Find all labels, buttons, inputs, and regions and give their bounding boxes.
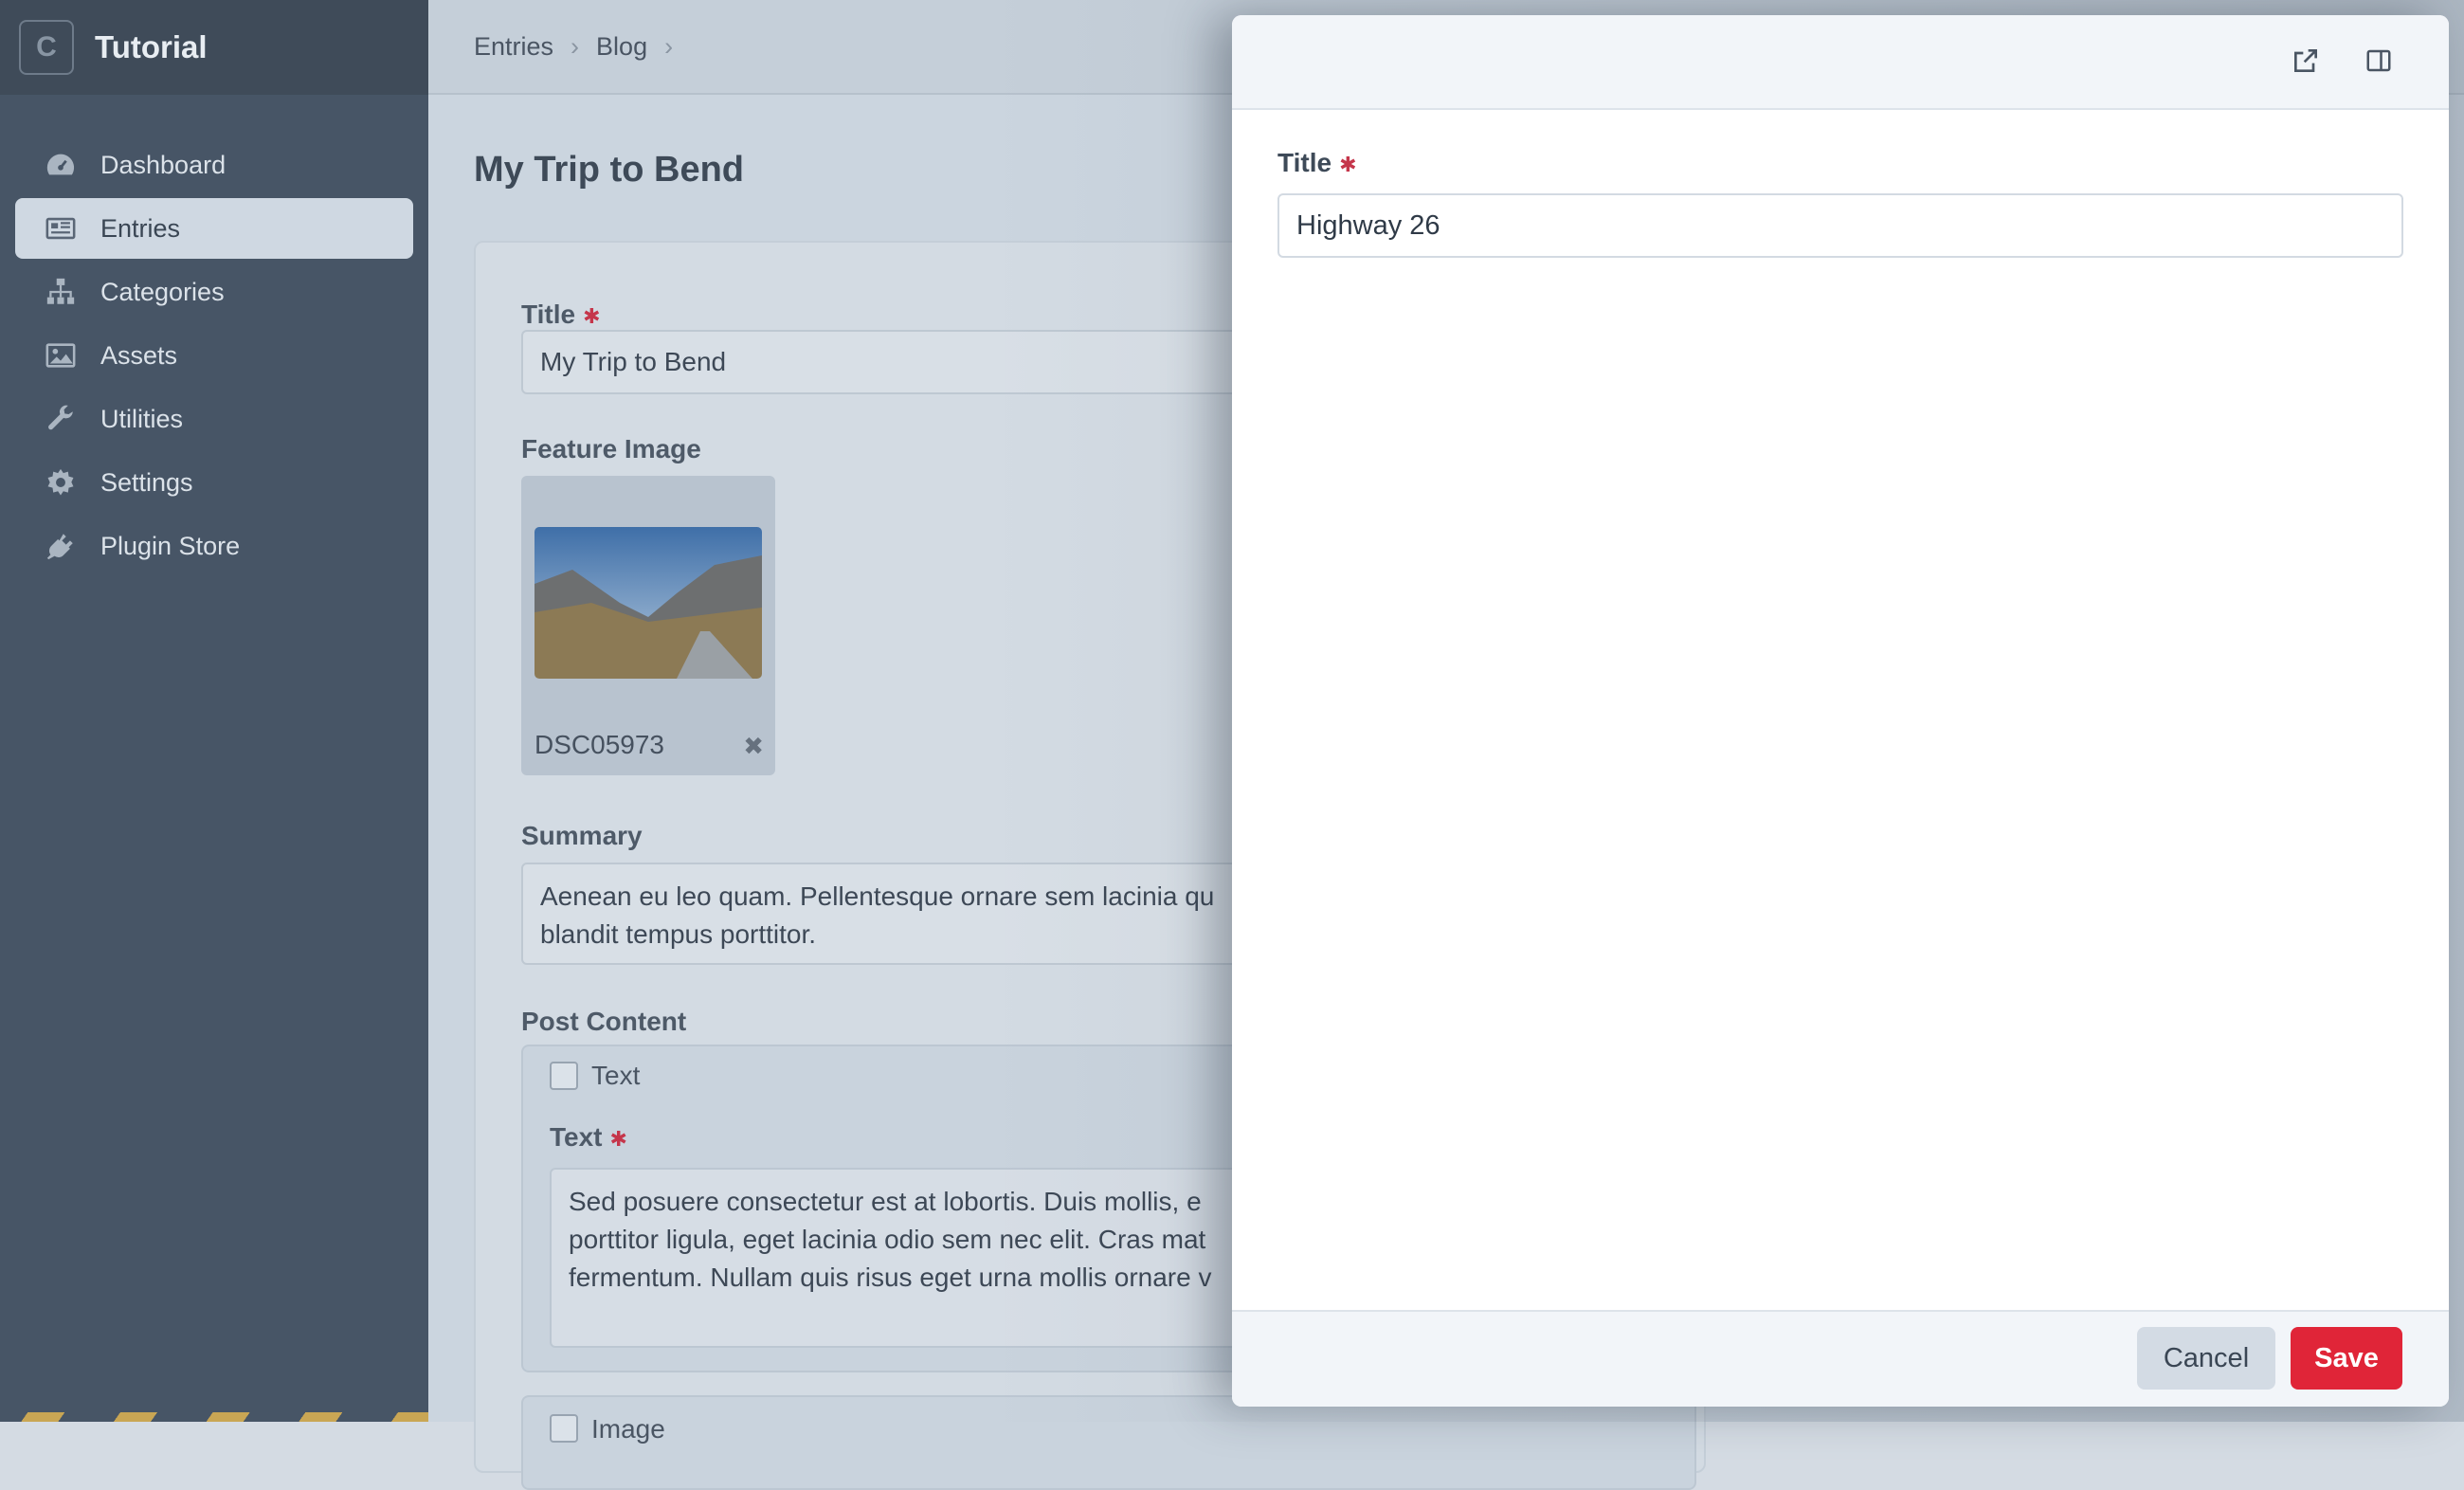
site-logo[interactable]: C: [19, 20, 74, 75]
summary-label: Summary: [521, 821, 643, 850]
breadcrumb-item-blog[interactable]: Blog: [596, 32, 647, 62]
save-button[interactable]: Save: [2291, 1327, 2402, 1390]
plug-icon: [42, 530, 80, 562]
sidebar-item-plugin-store[interactable]: Plugin Store: [15, 516, 413, 576]
sidebar-nav: Dashboard Entries Categories Assets Util…: [15, 135, 413, 579]
sidebar-item-label: Categories: [100, 277, 225, 306]
sidebar: C Tutorial Dashboard Entries Categories: [0, 0, 428, 1422]
sidebar-item-label: Assets: [100, 340, 178, 370]
title-label-text: Title: [521, 300, 576, 329]
slideout-title-label: Title ✱: [1277, 148, 1357, 178]
cancel-button[interactable]: Cancel: [2137, 1327, 2275, 1390]
site-name[interactable]: Tutorial: [95, 29, 208, 65]
feature-image-label: Feature Image: [521, 434, 701, 463]
sidebar-panel-icon: [2364, 46, 2393, 80]
sidebar-header: C Tutorial: [0, 0, 428, 95]
sidebar-item-categories[interactable]: Categories: [15, 262, 413, 322]
asset-filename: DSC05973: [534, 730, 664, 759]
external-link-icon: [2291, 45, 2321, 81]
post-content-label: Post Content: [521, 1007, 687, 1036]
block-select-checkbox[interactable]: [550, 1062, 578, 1090]
toggle-sidebar-button[interactable]: [2360, 44, 2398, 82]
required-icon: ✱: [609, 1126, 627, 1151]
sidebar-item-label: Dashboard: [100, 150, 226, 179]
sidebar-item-assets[interactable]: Assets: [15, 325, 413, 386]
slideout-header: [1232, 15, 2449, 110]
title-field-label: Title ✱: [521, 300, 601, 330]
sitemap-icon: [42, 276, 80, 308]
feature-image-asset[interactable]: DSC05973 ✖: [521, 476, 775, 775]
gauge-icon: [42, 149, 80, 181]
block-type-label: Image: [591, 1414, 665, 1444]
asset-thumbnail: [534, 527, 762, 679]
text-field-label: Text ✱: [550, 1122, 627, 1153]
image-icon: [42, 339, 80, 372]
sidebar-item-utilities[interactable]: Utilities: [15, 389, 413, 449]
sidebar-item-label: Settings: [100, 467, 193, 497]
required-icon: ✱: [1339, 152, 1357, 176]
slideout-footer: Cancel Save: [1232, 1310, 2449, 1407]
sidebar-item-label: Entries: [100, 213, 181, 243]
block-select-checkbox[interactable]: [550, 1414, 578, 1443]
slideout-title-input[interactable]: Highway 26: [1277, 193, 2403, 258]
open-in-new-tab-button[interactable]: [2287, 44, 2325, 82]
chevron-right-icon: ›: [664, 31, 674, 61]
sidebar-item-entries[interactable]: Entries: [15, 198, 413, 259]
chevron-right-icon: ›: [571, 31, 580, 61]
sidebar-item-label: Plugin Store: [100, 531, 241, 560]
page-title: My Trip to Bend: [474, 150, 744, 190]
newspaper-icon: [42, 212, 80, 245]
slideout-title-label-text: Title: [1277, 148, 1332, 177]
slideout-body: Title ✱ Highway 26: [1232, 110, 2449, 1310]
matrix-block-image: Image: [521, 1395, 1696, 1490]
dev-mode-stripe: [0, 1412, 428, 1422]
gear-icon: [42, 466, 80, 499]
text-label-text: Text: [550, 1122, 603, 1152]
breadcrumb-item-entries[interactable]: Entries: [474, 32, 553, 62]
element-editor-slideout: Title ✱ Highway 26 Cancel Save: [1232, 15, 2449, 1407]
sidebar-item-dashboard[interactable]: Dashboard: [15, 135, 413, 195]
block-type-label: Text: [591, 1061, 641, 1090]
sidebar-item-label: Utilities: [100, 404, 184, 433]
wrench-icon: [42, 403, 80, 435]
sidebar-item-settings[interactable]: Settings: [15, 452, 413, 513]
remove-icon[interactable]: ✖: [743, 732, 764, 761]
required-icon: ✱: [583, 303, 601, 328]
